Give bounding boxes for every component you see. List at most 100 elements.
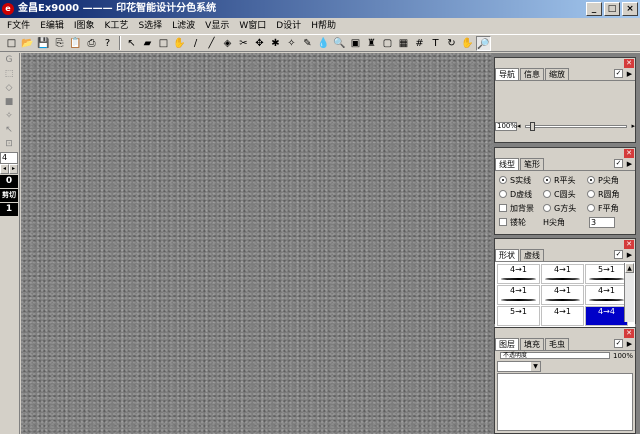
tab-shape[interactable]: 形状 (495, 249, 519, 261)
tab-dash[interactable]: 虚线 (520, 249, 544, 261)
title-bar[interactable]: e 金昌Ex9000 ——— 印花智能设计分色系统 _ □ × (0, 0, 640, 18)
brush-cell[interactable]: 4→1 (585, 285, 628, 305)
brush-cell-selected[interactable]: 4→4 (585, 306, 628, 326)
menu-select[interactable]: S选择 (133, 18, 167, 34)
check-icon[interactable]: ✓ (614, 69, 623, 78)
radio-icon[interactable] (543, 176, 551, 184)
copy-icon[interactable]: ⎘ (52, 36, 67, 51)
number-field[interactable]: 4 (0, 152, 18, 164)
option-outline[interactable]: 镂轮 (499, 216, 543, 228)
menu-view[interactable]: V显示 (200, 18, 234, 34)
radio-icon[interactable] (587, 204, 595, 212)
radio-icon[interactable] (499, 190, 507, 198)
cut-label[interactable]: 剪切 (0, 189, 18, 202)
tab-layer[interactable]: 图层 (495, 338, 519, 350)
tab-pen-shape[interactable]: 笔形 (520, 158, 544, 170)
open-folder-icon[interactable]: 📂 (20, 36, 35, 51)
option-solid[interactable]: S实线 (499, 174, 543, 186)
save-icon[interactable]: 💾 (36, 36, 51, 51)
brush-cell[interactable]: 4→1 (497, 264, 540, 284)
angle-input[interactable]: 3 (589, 216, 615, 228)
tab-fill[interactable]: 填充 (520, 338, 544, 350)
check-icon[interactable]: ✓ (614, 159, 623, 168)
tab-info[interactable]: 信息 (520, 68, 544, 80)
scroll-up-icon[interactable]: ▲ (625, 263, 634, 273)
menu-filter[interactable]: L滤波 (167, 18, 200, 34)
print-icon[interactable]: ⎙ (84, 36, 99, 51)
radio-icon[interactable] (587, 190, 595, 198)
option-round-cap[interactable]: C圆头 (543, 188, 587, 200)
tab-zoom[interactable]: 缩放 (545, 68, 569, 80)
brush-cell[interactable]: 4→1 (541, 285, 584, 305)
option-dashed[interactable]: D虚线 (499, 188, 543, 200)
minimize-button[interactable]: _ (586, 2, 602, 16)
panel-menu-icon[interactable]: ▶ (625, 69, 634, 79)
rotate-icon[interactable]: ↻ (444, 36, 459, 51)
navigator-preview[interactable] (495, 81, 635, 121)
checkbox-icon[interactable] (499, 204, 507, 212)
option-square-cap[interactable]: G方头 (543, 202, 587, 214)
zoom-value[interactable]: 100% (495, 121, 517, 131)
arrow-icon[interactable]: ↖ (0, 123, 18, 137)
menu-image[interactable]: I图象 (69, 18, 100, 34)
drawing-canvas[interactable] (21, 53, 493, 434)
image-icon[interactable]: ▦ (396, 36, 411, 51)
layer-list[interactable] (497, 373, 633, 431)
maximize-button[interactable]: □ (604, 2, 620, 16)
opacity-slider[interactable]: 不透明度 (500, 352, 610, 359)
magnifier-icon[interactable]: 🔍 (332, 36, 347, 51)
menu-craft[interactable]: K工艺 (100, 18, 134, 34)
brush-icon[interactable]: ✎ (300, 36, 315, 51)
tab-navigate[interactable]: 导航 (495, 68, 519, 80)
option-round-corner[interactable]: R圆角 (587, 188, 631, 200)
spray-icon[interactable]: ✱ (268, 36, 283, 51)
sparkle-icon[interactable]: ✧ (0, 109, 18, 123)
checkbox-icon[interactable] (499, 218, 507, 226)
tool-g-icon[interactable]: G (0, 53, 18, 67)
panel-menu-icon[interactable]: ▶ (625, 250, 634, 260)
brush-cell[interactable]: 5→1 (585, 264, 628, 284)
check-icon[interactable]: ✓ (614, 250, 623, 259)
slider-knob[interactable] (529, 121, 535, 131)
help-icon[interactable]: ? (100, 36, 115, 51)
menu-file[interactable]: F文件 (2, 18, 35, 34)
pan-hand-icon[interactable]: ✋ (460, 36, 475, 51)
blend-mode-select[interactable] (497, 361, 541, 372)
menu-edit[interactable]: E编辑 (35, 18, 69, 34)
radio-icon[interactable] (499, 176, 507, 184)
menu-help[interactable]: H帮助 (306, 18, 341, 34)
layer-icon[interactable]: ▣ (348, 36, 363, 51)
paste-icon[interactable]: 📋 (68, 36, 83, 51)
pen-icon[interactable]: / (188, 36, 203, 51)
color-index-0[interactable]: 0 (0, 175, 18, 188)
new-file-icon[interactable]: □ (4, 36, 19, 51)
transform-icon[interactable]: ✥ (252, 36, 267, 51)
brush-cell[interactable]: 5→1 (497, 306, 540, 326)
tab-caterpillar[interactable]: 毛虫 (545, 338, 569, 350)
brush-cell[interactable]: 4→1 (541, 264, 584, 284)
stamp-icon[interactable]: ♜ (364, 36, 379, 51)
magic-wand-icon[interactable]: ✧ (284, 36, 299, 51)
marquee-icon[interactable]: ⬚ (0, 67, 18, 81)
close-icon[interactable]: ✕ (624, 240, 634, 249)
pointer-icon[interactable]: ↖ (124, 36, 139, 51)
scissors-icon[interactable]: ✂ (236, 36, 251, 51)
option-flat-cap[interactable]: R平头 (543, 174, 587, 186)
radio-icon[interactable] (587, 176, 595, 184)
menu-window[interactable]: W窗口 (234, 18, 271, 34)
brush-scrollbar[interactable]: ▲ (624, 263, 634, 322)
radio-icon[interactable] (543, 204, 551, 212)
square-icon[interactable]: ■ (0, 95, 18, 109)
zoom-out-icon[interactable]: ◂ (517, 122, 521, 130)
text-icon[interactable]: T (428, 36, 443, 51)
brush-cell[interactable]: 4→1 (541, 306, 584, 326)
option-background[interactable]: 加背景 (499, 202, 543, 214)
spin-right-icon[interactable]: ▸ (9, 164, 18, 174)
zoom-slider[interactable] (524, 121, 628, 131)
number-spinner[interactable]: ◂ ▸ (0, 164, 18, 174)
panel-menu-icon[interactable]: ▶ (625, 339, 634, 349)
eraser-icon[interactable]: ▰ (140, 36, 155, 51)
zoom-icon[interactable]: 🔎 (476, 35, 491, 51)
crop-icon[interactable]: ⊡ (0, 137, 18, 151)
close-icon[interactable]: ✕ (624, 59, 634, 68)
